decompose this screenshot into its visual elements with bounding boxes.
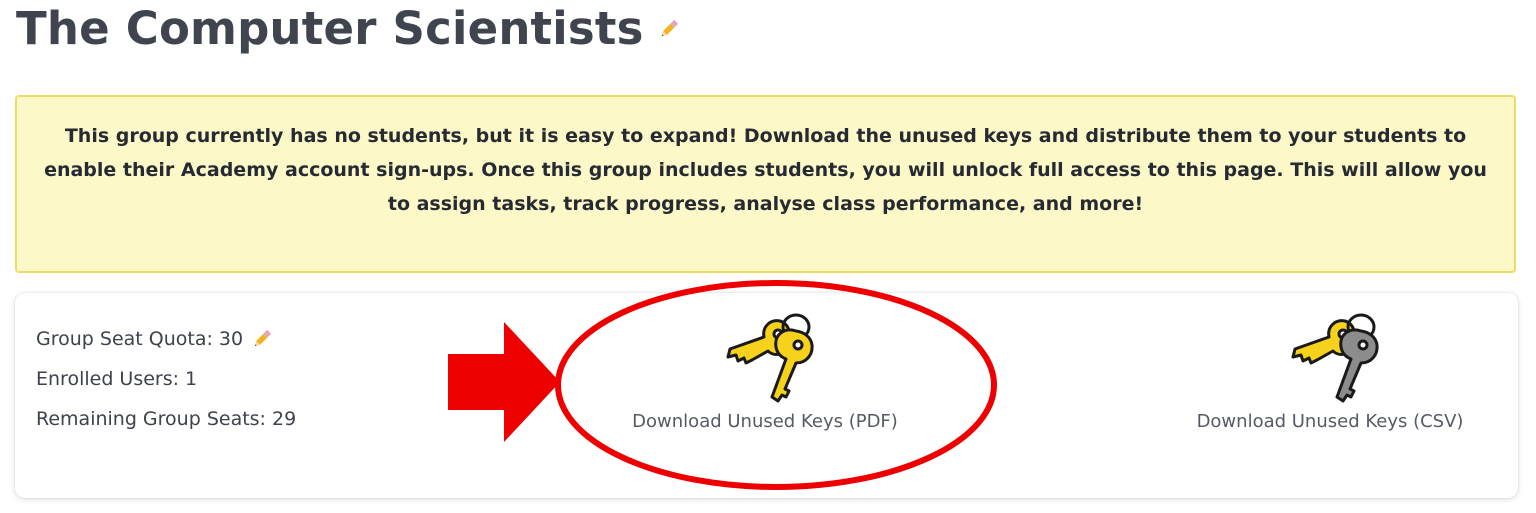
red-arrow-annotation (448, 322, 560, 442)
seat-quota-text: Group Seat Quota: 30 (36, 328, 244, 350)
download-keys-pdf-button[interactable]: Download Unused Keys (PDF) (610, 305, 920, 432)
title-row: The Computer Scientists (16, 0, 680, 56)
download-csv-label: Download Unused Keys (CSV) (1196, 411, 1464, 432)
keys-icon (1291, 313, 1379, 403)
empty-group-notice: This group currently has no students, bu… (15, 95, 1516, 273)
notice-text: This group currently has no students, bu… (44, 125, 1487, 215)
download-pdf-label: Download Unused Keys (PDF) (632, 411, 898, 432)
remaining-seats-row: Remaining Group Seats: 29 (36, 399, 296, 439)
enrolled-users-text: Enrolled Users: 1 (36, 368, 198, 390)
group-summary-card: Group Seat Quota: 30 Enrolled Users: 1 R… (15, 293, 1518, 498)
remaining-seats-text: Remaining Group Seats: 29 (36, 408, 297, 430)
enrolled-users-row: Enrolled Users: 1 (36, 359, 296, 399)
pencil-icon[interactable] (658, 18, 680, 40)
page-title: The Computer Scientists (16, 1, 644, 55)
seat-stats: Group Seat Quota: 30 Enrolled Users: 1 R… (36, 319, 296, 439)
group-page: The Computer Scientists This group curre… (0, 0, 1536, 513)
download-keys-csv-button[interactable]: Download Unused Keys (CSV) (1170, 305, 1490, 432)
keys-icon (726, 313, 814, 403)
seat-quota-row: Group Seat Quota: 30 (36, 319, 296, 359)
pencil-icon[interactable] (251, 328, 273, 350)
